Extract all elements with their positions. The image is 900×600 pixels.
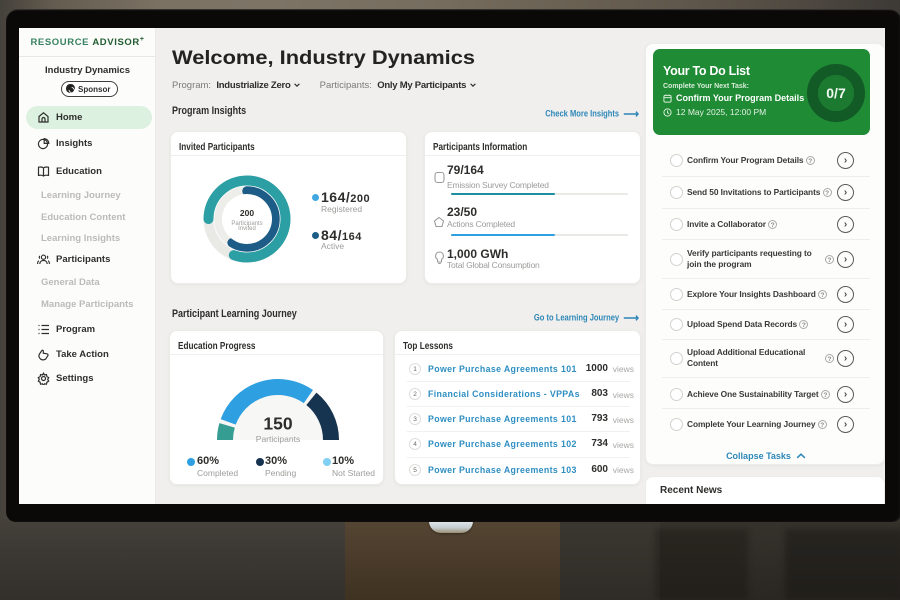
svg-text:Participants: Participants — [256, 434, 300, 444]
svg-text:200: 200 — [240, 208, 254, 218]
svg-text:Invited: Invited — [238, 226, 256, 232]
svg-text:0/7: 0/7 — [826, 85, 846, 101]
svg-text:150: 150 — [263, 414, 292, 434]
